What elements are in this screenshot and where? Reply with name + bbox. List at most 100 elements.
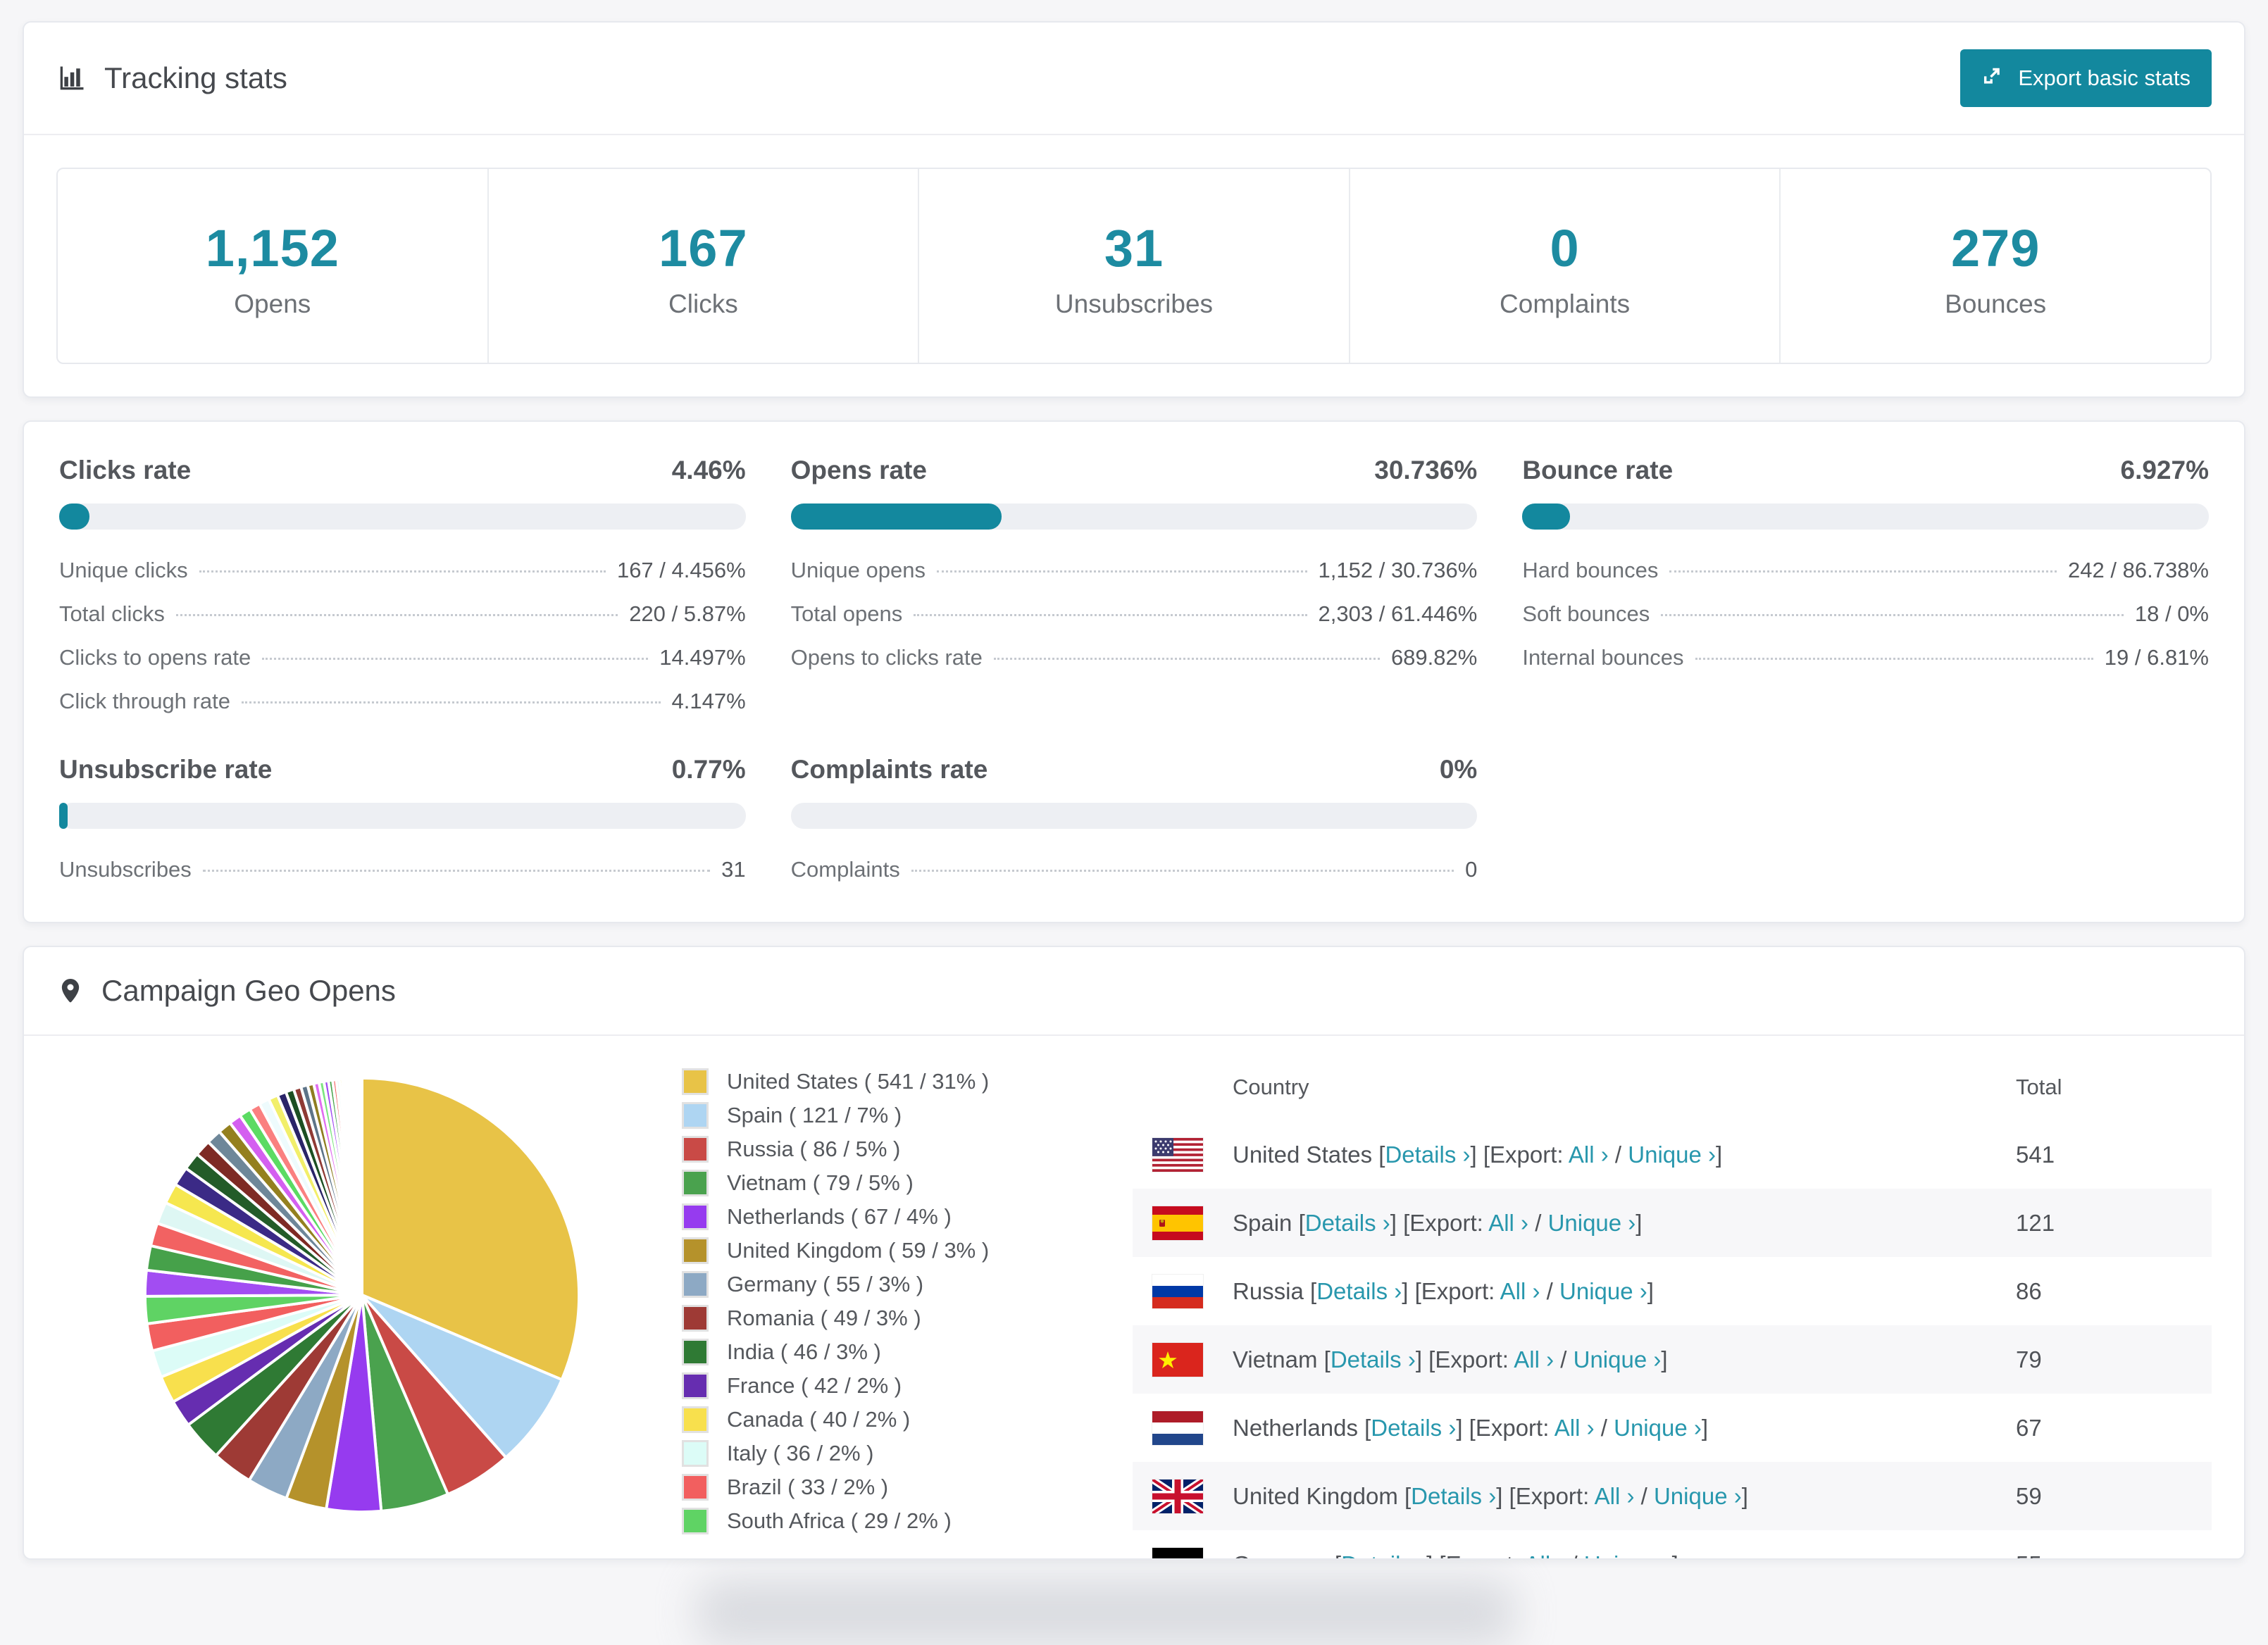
stat-cell: 31 Unsubscribes [918,169,1349,363]
stats-strip: 1,152 Opens 167 Clicks 31 Unsubscribes 0… [56,168,2212,364]
legend-label: Spain ( 121 / 7% ) [727,1103,902,1127]
export-all-link[interactable]: All › [1514,1346,1554,1372]
rate-title: Complaints rate [790,755,988,784]
export-all-link[interactable]: All › [1554,1415,1595,1441]
export-all-link[interactable]: All › [1595,1483,1635,1509]
legend-swatch [682,1237,709,1264]
export-all-link[interactable]: All › [1500,1278,1540,1304]
legend-item: Russia ( 86 / 5% ) [682,1136,989,1163]
export-all-link[interactable]: All › [1525,1551,1565,1559]
column-header-country: Country [1233,1075,1309,1099]
rate-row-label: Unique clicks [59,558,188,582]
country-cell: Germany [Details ›] [Export: All › / Uni… [1233,1551,2016,1559]
rate-value: 0.77% [671,755,746,784]
legend-item: France ( 42 / 2% ) [682,1372,989,1399]
rate-row: Internal bounces 19 / 6.81% [1522,645,2209,670]
details-link[interactable]: Details › [1411,1483,1496,1509]
legend-item: Vietnam ( 79 / 5% ) [682,1170,989,1196]
legend-item: Canada ( 40 / 2% ) [682,1406,989,1433]
country-cell: Netherlands [Details ›] [Export: All › /… [1233,1414,1709,1441]
rate-progress-track [790,803,1478,829]
rate-rows: Complaints 0 [791,857,1478,882]
export-unique-link[interactable]: Unique › [1584,1551,1672,1559]
legend-swatch [682,1305,709,1332]
rate-block-header: Clicks rate 4.46% [59,456,746,485]
details-link[interactable]: Details › [1305,1210,1390,1236]
details-link[interactable]: Details › [1341,1551,1426,1559]
rate-row-label: Clicks to opens rate [59,645,251,670]
stat-label: Bounces [1945,289,2047,318]
export-unique-link[interactable]: Unique › [1628,1142,1716,1168]
rate-row: Click through rate 4.147% [59,689,746,714]
legend-swatch [682,1339,709,1365]
dotted-leader [199,570,606,573]
table-row: Vietnam [Details ›] [Export: All › / Uni… [1133,1325,2212,1394]
rate-block: Unsubscribe rate 0.77% Unsubscribes 31 [59,755,746,882]
country-cell: Russia [Details ›] [Export: All › / Uniq… [1233,1277,1654,1304]
rate-row: Unique opens 1,152 / 30.736% [791,558,1478,583]
rate-progress-fill [59,503,90,530]
bar-chart-icon [56,63,87,94]
details-link[interactable]: Details › [1331,1346,1416,1372]
rate-rows: Hard bounces 242 / 86.738% Soft bounces 18 … [1522,558,2209,670]
rate-progress-track [790,503,1478,530]
dotted-leader [202,870,711,872]
dotted-leader [241,701,661,703]
legend-item: Netherlands ( 67 / 4% ) [682,1203,989,1230]
export-unique-link[interactable]: Unique › [1548,1210,1636,1236]
dotted-leader [175,614,618,616]
rate-block: Opens rate 30.736% Unique opens 1,152 / 3… [790,456,1478,714]
country-flag-icon [1152,1274,1203,1308]
rate-title: Opens rate [790,456,927,484]
export-all-link[interactable]: All › [1569,1142,1609,1168]
stat-value: 167 [659,219,748,277]
country-name: Germany [1233,1551,1328,1559]
bottom-shadow [697,1580,1514,1645]
export-unique-link[interactable]: Unique › [1574,1346,1662,1372]
legend-swatch [682,1372,709,1399]
export-all-link[interactable]: All › [1488,1210,1528,1236]
export-unique-link[interactable]: Unique › [1614,1415,1702,1441]
rate-row-label: Complaints [790,857,900,882]
legend-item: Germany ( 55 / 3% ) [682,1271,989,1298]
total-cell: 121 [2016,1209,2055,1236]
legend-swatch [682,1271,709,1298]
dotted-leader [993,658,1380,660]
details-link[interactable]: Details › [1371,1415,1456,1441]
legend-label: France ( 42 / 2% ) [727,1373,902,1398]
rate-row: Hard bounces 242 / 86.738% [1522,558,2209,583]
rate-value: 30.736% [1374,456,1478,484]
rate-block: Clicks rate 4.46% Unique clicks 167 / 4.4… [59,456,746,714]
total-cell: 55 [2016,1551,2192,1559]
dotted-leader [911,870,1454,872]
legend-swatch [682,1406,709,1433]
legend-label: Vietnam ( 79 / 5% ) [727,1170,914,1195]
table-row: Spain [Details ›] [Export: All › / Uniqu… [1133,1189,2212,1257]
rate-row: Clicks to opens rate 14.497% [59,645,746,670]
legend-swatch [682,1068,709,1095]
country-name: Netherlands [1233,1414,1358,1441]
country-name: Vietnam [1233,1346,1318,1372]
tracking-stats-title: Tracking stats [56,61,287,95]
rate-block-header: Opens rate 30.736% [791,456,1478,485]
geo-opens-card: Campaign Geo Opens United States ( 541 /… [23,946,2245,1560]
export-unique-link[interactable]: Unique › [1559,1278,1647,1304]
rate-progress-fill [59,803,68,829]
rate-row-value: 14.497% [659,645,746,670]
details-link[interactable]: Details › [1316,1278,1402,1304]
geo-table-header: Country Total [1133,1054,2212,1120]
export-basic-stats-button[interactable]: Export basic stats [1960,49,2212,107]
legend-label: Italy ( 36 / 2% ) [727,1441,874,1465]
pie-legend: United States ( 541 / 31% ) Spain ( 121 /… [682,1068,989,1541]
table-row: Russia [Details ›] [Export: All › / Uniq… [1133,1257,2212,1325]
details-link[interactable]: Details › [1385,1142,1470,1168]
export-unique-link[interactable]: Unique › [1654,1483,1742,1509]
country-flag-icon [1152,1137,1203,1172]
total-cell: 59 [2016,1482,2042,1509]
legend-label: Russia ( 86 / 5% ) [727,1137,901,1161]
rate-row-label: Total clicks [59,601,165,626]
rate-progress-track [59,503,746,530]
country-flag-icon [1152,1547,1203,1558]
legend-label: South Africa ( 29 / 2% ) [727,1508,952,1533]
legend-item: United States ( 541 / 31% ) [682,1068,989,1095]
